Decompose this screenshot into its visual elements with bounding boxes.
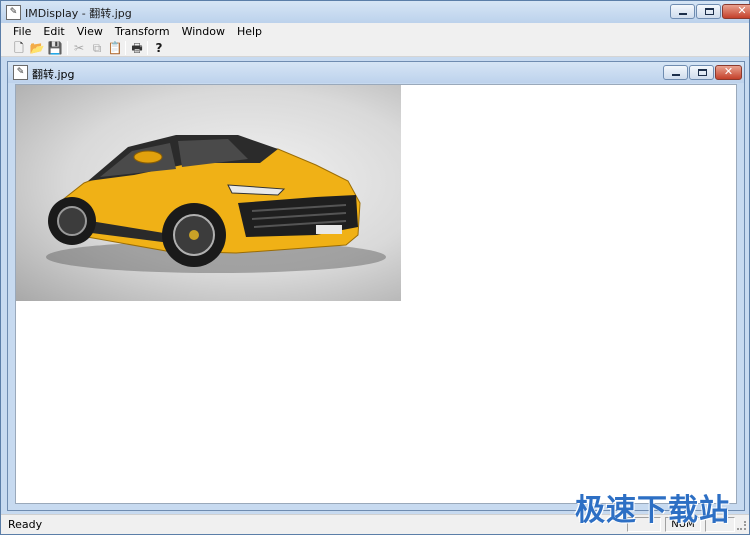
toolbar-separator — [67, 41, 68, 55]
imdisplay-icon[interactable]: ✎ — [6, 5, 21, 20]
document-window-controls: ✕ — [662, 65, 742, 80]
document-title-bar[interactable]: ✎ 翻转.jpg ✕ — [8, 62, 744, 83]
print-button[interactable]: 🖶 — [129, 40, 145, 56]
watermark: 极速下载站 — [575, 493, 730, 528]
document-minimize-button[interactable] — [663, 65, 688, 80]
document-icon[interactable]: ✎ — [13, 65, 28, 80]
menu-transform[interactable]: Transform — [109, 23, 176, 39]
window-title: IMDisplay - 翻转.jpg — [25, 7, 132, 20]
maximize-icon — [705, 8, 714, 15]
maximize-button[interactable] — [696, 4, 721, 19]
minimize-icon — [672, 74, 680, 76]
menu-edit[interactable]: Edit — [37, 23, 70, 39]
copy-button[interactable]: ⧉ — [89, 40, 105, 56]
yellow-suv-image — [46, 135, 386, 273]
minimize-button[interactable] — [670, 4, 695, 19]
close-icon: ✕ — [737, 4, 747, 17]
minimize-icon — [679, 13, 687, 15]
car-photo — [16, 85, 401, 301]
window-controls: ✕ — [669, 4, 750, 19]
status-text: Ready — [8, 518, 43, 531]
copy-icon: ⧉ — [92, 41, 102, 55]
document-icon: 🗋 — [14, 41, 24, 55]
paste-icon: 📋 — [107, 41, 123, 55]
menu-file[interactable]: File — [7, 23, 37, 39]
open-button[interactable]: 📂 — [29, 40, 45, 56]
toolbar: 🗋 📂 💾 ✂ ⧉ 📋 🖶 ? — [1, 39, 749, 57]
help-question-icon: ? — [155, 41, 163, 55]
menu-bar: File Edit View Transform Window Help — [1, 23, 749, 39]
title-bar[interactable]: ✎ IMDisplay - 翻转.jpg ✕ — [1, 1, 750, 23]
printer-icon: 🖶 — [131, 41, 143, 55]
maximize-icon — [698, 69, 707, 76]
document-maximize-button[interactable] — [689, 65, 714, 80]
toolbar-separator — [125, 41, 126, 55]
save-button[interactable]: 💾 — [47, 40, 63, 56]
main-window: ✎ IMDisplay - 翻转.jpg ✕ File Edit View Tr… — [0, 0, 750, 535]
paste-button[interactable]: 📋 — [107, 40, 123, 56]
close-icon: ✕ — [723, 65, 734, 78]
folder-open-icon: 📂 — [29, 41, 45, 55]
document-window: ✎ 翻转.jpg ✕ — [7, 61, 745, 511]
menu-view[interactable]: View — [71, 23, 109, 39]
resize-grip-icon[interactable] — [737, 521, 746, 530]
help-button[interactable]: ? — [151, 40, 167, 56]
menu-help[interactable]: Help — [231, 23, 268, 39]
new-button[interactable]: 🗋 — [11, 40, 27, 56]
scissors-icon: ✂ — [73, 41, 85, 55]
cut-button[interactable]: ✂ — [71, 40, 87, 56]
close-button[interactable]: ✕ — [722, 4, 750, 19]
document-title: 翻转.jpg — [32, 68, 75, 81]
document-close-button[interactable]: ✕ — [715, 65, 742, 80]
toolbar-separator — [147, 41, 148, 55]
menu-window[interactable]: Window — [176, 23, 231, 39]
image-canvas[interactable] — [15, 84, 737, 504]
floppy-icon: 💾 — [47, 41, 63, 55]
